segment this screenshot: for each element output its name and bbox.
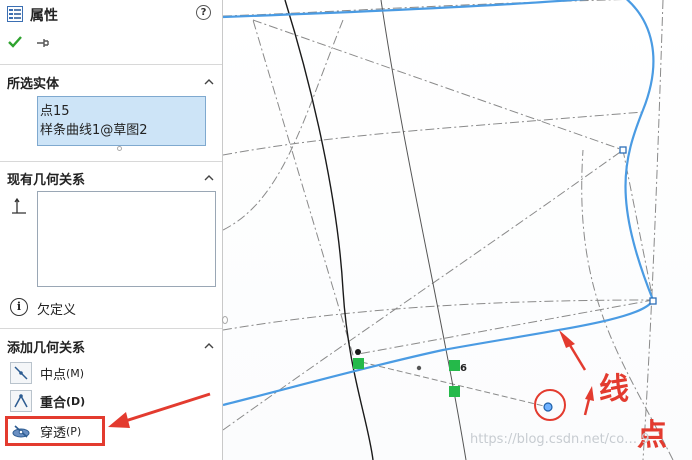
resize-grip[interactable] <box>117 146 122 151</box>
relations-icon <box>10 197 28 215</box>
spline-curve <box>223 0 588 19</box>
separator <box>0 64 222 65</box>
watermark: https://blog.csdn.net/co… 9 <box>470 432 650 447</box>
collapse-existing-chevron-up-icon[interactable] <box>204 172 214 182</box>
sketch-line <box>284 0 374 460</box>
selected-entities-title: 所选实体 <box>7 77 60 92</box>
add-midpoint-button[interactable]: 中点 (M) <box>10 361 84 385</box>
help-button[interactable]: ? <box>196 5 211 20</box>
midpoint-marker <box>416 365 422 371</box>
pin-icon <box>37 39 49 47</box>
pin-button[interactable] <box>36 37 50 47</box>
existing-relations-list[interactable] <box>37 191 216 287</box>
collapse-selected-chevron-up-icon[interactable] <box>204 76 214 86</box>
spline-curve <box>223 0 655 407</box>
separator <box>0 161 222 162</box>
annotation-label-line: 线 <box>599 372 629 407</box>
add-coincident-button[interactable]: 重合 (D) <box>10 389 85 413</box>
spline-point[interactable] <box>649 297 657 305</box>
info-icon: i <box>10 298 28 316</box>
graphics-viewport[interactable]: 6 线 点 <box>222 0 692 460</box>
centerline <box>223 149 624 431</box>
panel-title: 属性 <box>30 8 58 24</box>
selected-point[interactable] <box>543 402 553 412</box>
selected-entities-list[interactable]: 点15 样条曲线1@草图2 <box>37 96 206 146</box>
status-text: 欠定义 <box>37 303 77 318</box>
relation-marker[interactable] <box>353 358 364 369</box>
spline-point[interactable] <box>619 146 627 154</box>
annotation-arrowhead <box>585 386 594 401</box>
annotation-arrow <box>108 392 211 428</box>
construction-polygon <box>252 19 654 356</box>
annotation-arrowhead <box>559 330 575 348</box>
coincident-icon <box>10 390 32 412</box>
help-icon: ? <box>200 7 207 18</box>
highlight-box <box>5 416 105 446</box>
add-relations-title: 添加几何关系 <box>7 341 86 356</box>
relation-marker[interactable] <box>449 386 460 397</box>
intersection-point[interactable] <box>355 349 361 355</box>
centerline <box>223 19 344 231</box>
ok-check-button[interactable] <box>8 36 22 48</box>
list-item[interactable]: 样条曲线1@草图2 <box>40 119 148 138</box>
list-item[interactable]: 点15 <box>40 100 70 119</box>
existing-relations-title: 现有几何关系 <box>7 173 86 188</box>
relation-marker[interactable] <box>449 360 460 371</box>
centerline <box>223 111 644 156</box>
collapse-add-chevron-up-icon[interactable] <box>204 340 214 350</box>
properties-icon <box>7 6 23 22</box>
dimension-text: 6 <box>460 363 467 374</box>
centerline <box>223 299 654 331</box>
separator <box>0 328 222 329</box>
panel-header: 属性 ? <box>0 0 222 28</box>
midpoint-icon <box>10 362 32 384</box>
